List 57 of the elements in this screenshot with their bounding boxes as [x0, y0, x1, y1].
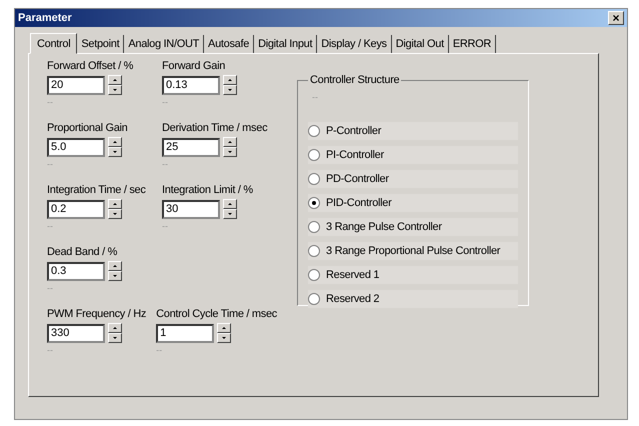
field-label: Proportional Gain: [47, 122, 129, 136]
field-label: Dead Band / %: [47, 246, 118, 260]
spin-buttons[interactable]: [108, 137, 122, 157]
field-note: --: [47, 159, 54, 170]
radio-button[interactable]: [308, 149, 320, 161]
spin-buttons[interactable]: [217, 323, 232, 343]
field-note: --: [47, 97, 54, 108]
tab[interactable]: Control: [30, 33, 78, 54]
field-label: Integration Limit / %: [162, 184, 254, 198]
radio-option[interactable]: PID-Controller: [308, 194, 518, 212]
spin-buttons[interactable]: [108, 199, 122, 219]
radio-option[interactable]: PD-Controller: [308, 170, 518, 188]
field-label: Forward Offset / %: [47, 60, 134, 74]
spin-buttons[interactable]: [108, 75, 122, 95]
group-note: --: [312, 92, 319, 102]
field-label: Integration Time / sec: [47, 184, 147, 198]
radio-option[interactable]: PI-Controller: [308, 146, 518, 164]
field-note: --: [162, 97, 169, 108]
input-field[interactable]: 25: [162, 138, 220, 156]
field-note: --: [156, 345, 164, 356]
spin-buttons[interactable]: [223, 199, 237, 219]
field-note: --: [162, 221, 169, 232]
input-field[interactable]: 330: [47, 324, 105, 342]
spin-buttons[interactable]: [108, 323, 122, 343]
input-field[interactable]: 0.13: [162, 76, 220, 94]
field-note: --: [47, 283, 54, 294]
spin-buttons[interactable]: [223, 75, 237, 95]
field-label: PWM Frequency / Hz: [47, 308, 148, 322]
radio-button[interactable]: [308, 221, 320, 233]
close-button[interactable]: ×: [608, 11, 624, 25]
radio-option[interactable]: P-Controller: [308, 122, 518, 140]
radio-button[interactable]: [308, 269, 320, 281]
radio-button[interactable]: [308, 173, 320, 185]
window-title: Parameter: [18, 12, 72, 24]
radio-option[interactable]: Reserved 2: [308, 290, 518, 308]
radio-button[interactable]: [308, 125, 320, 137]
radio-option[interactable]: 3 Range Proportional Pulse Controller: [308, 242, 518, 260]
field-note: --: [47, 345, 54, 356]
input-field[interactable]: 20: [47, 76, 105, 94]
input-field[interactable]: 1: [156, 324, 214, 342]
input-field[interactable]: 0.3: [47, 262, 105, 280]
field-note: --: [47, 221, 54, 232]
input-field[interactable]: 5.0: [47, 138, 105, 156]
spin-buttons[interactable]: [223, 137, 237, 157]
field-label: Forward Gain: [162, 60, 226, 74]
radio-button[interactable]: [308, 197, 320, 209]
radio-option[interactable]: Reserved 1: [308, 266, 518, 284]
radio-option[interactable]: 3 Range Pulse Controller: [308, 218, 518, 236]
input-field[interactable]: 0.2: [47, 200, 105, 218]
field-label: Derivation Time / msec: [162, 122, 268, 136]
field-label: Control Cycle Time / msec: [156, 308, 277, 322]
spin-buttons[interactable]: [108, 261, 122, 281]
field-note: --: [162, 159, 169, 170]
radio-button[interactable]: [308, 245, 320, 257]
input-field[interactable]: 30: [162, 200, 220, 218]
radio-button[interactable]: [308, 293, 320, 305]
group-title: Controller Structure: [309, 74, 400, 86]
